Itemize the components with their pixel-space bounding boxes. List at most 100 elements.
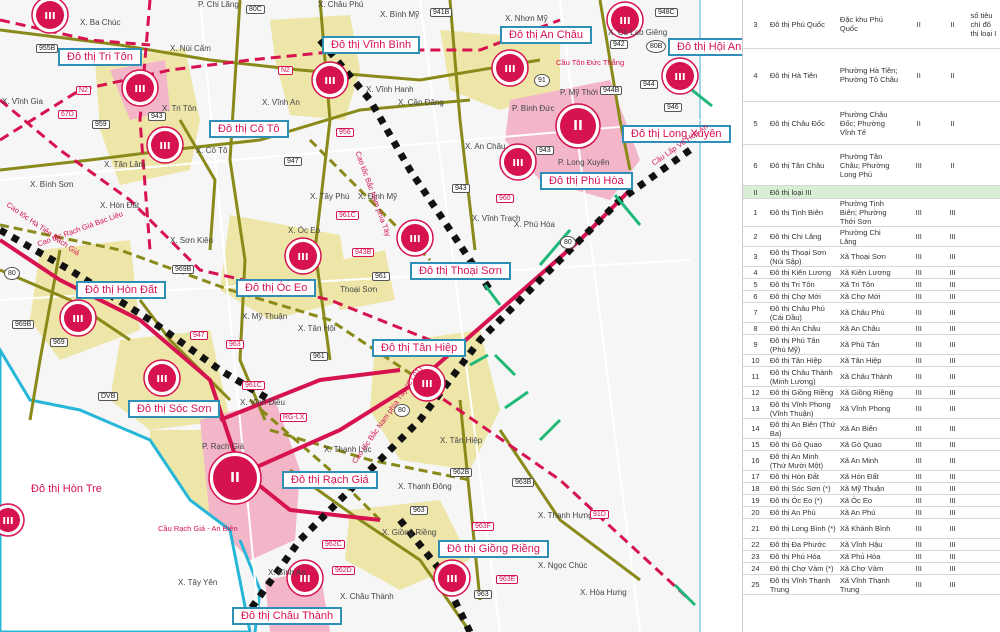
table-row: 19 Đô thị Óc Eo (*) Xã Óc Eo III III <box>743 494 1000 507</box>
note <box>968 538 1000 551</box>
road-tag: 961C <box>242 381 265 390</box>
urban-marker[interactable]: III <box>31 0 69 34</box>
planned-grade: III <box>936 506 969 519</box>
planned-grade: II <box>936 0 969 49</box>
urban-marker[interactable]: III <box>491 49 529 87</box>
urban-marker-label: III <box>446 574 457 585</box>
city-label-tri-ton[interactable]: Đô thị Tri Tôn <box>58 48 142 66</box>
road-tag: 962D <box>332 566 355 575</box>
place-label: X. Thạnh Hưng <box>538 511 593 520</box>
urban-name: Đô thị Châu Thành (Minh Lương) <box>767 366 838 387</box>
table-row: 23 Đô thị Phú Hòa Xã Phú Hòa III III <box>743 550 1000 563</box>
planned-grade: III <box>936 518 969 539</box>
current-grade: II <box>900 0 937 49</box>
urban-name: Đô thị Kiên Lương <box>767 266 838 279</box>
urban-marker-label: III <box>297 252 308 263</box>
note <box>968 198 1000 227</box>
planned-grade: III <box>936 562 969 575</box>
ward-list: Xã Chợ Mới <box>837 290 901 303</box>
table-row: 4 Đô thị Kiên Lương Xã Kiên Lương III III <box>743 266 1000 279</box>
urban-marker[interactable]: III <box>146 126 184 164</box>
road-tag: 942 <box>610 40 628 49</box>
table-row: 21 Đô thị Long Bình (*) Xã Khánh Bình III II… <box>743 518 1000 539</box>
place-label: X. Cù Lao Giêng <box>608 28 668 37</box>
row-number: 18 <box>743 482 768 495</box>
arrow <box>673 583 697 607</box>
road-note: Cầu Tôn Đức Thắng <box>556 58 625 67</box>
city-label-co-to[interactable]: Đô thị Cô Tô <box>209 120 289 138</box>
ward-list: Xã Vĩnh Phong <box>837 398 901 419</box>
urban-marker[interactable]: II <box>208 451 262 505</box>
urban-name: Đô thị Đa Phước <box>767 538 838 551</box>
city-label-giong-rieng[interactable]: Đô thị Giồng Riềng <box>438 540 549 558</box>
place-label: X. Nhơn Mỹ <box>505 14 548 23</box>
ward-list: Xã Chợ Vàm <box>837 562 901 575</box>
row-number: 2 <box>743 226 768 247</box>
arrow <box>538 418 562 442</box>
place-label: P. Chi Lăng <box>198 0 239 9</box>
road-tag: 962C <box>322 540 345 549</box>
city-label-rach-gia[interactable]: Đô thị Rạch Giá <box>282 471 378 489</box>
urban-marker[interactable]: III <box>143 359 181 397</box>
urban-marker[interactable]: III <box>0 503 25 537</box>
planned-grade: III <box>936 290 969 303</box>
urban-name: Đô thị Chợ Mới <box>767 290 838 303</box>
ward-list: Phường Chi Lăng <box>837 226 901 247</box>
urban-marker[interactable]: III <box>286 559 324 597</box>
current-grade: III <box>900 418 937 439</box>
ward-list: Xã Mỹ Thuận <box>837 482 901 495</box>
place-label: P. Bình Đức <box>512 104 555 113</box>
road-tag: 969B <box>172 265 195 274</box>
urban-name: Đô thị Tịnh Biên <box>767 198 838 227</box>
note <box>968 450 1000 471</box>
city-label-tan-hiep[interactable]: Đô thị Tân Hiệp <box>372 339 467 357</box>
table-row: 12 Đô thị Giồng Riềng Xã Giồng Riềng III III <box>743 386 1000 399</box>
urban-marker[interactable]: III <box>284 237 322 275</box>
planned-grade: III <box>936 494 969 507</box>
urban-marker[interactable]: III <box>661 57 699 95</box>
table-row: 9 Đô thị Phú Tân (Phú Mỹ) Xã Phú Tân III III <box>743 334 1000 355</box>
planned-grade: III <box>936 418 969 439</box>
group-title: Đô thị loại III <box>767 185 1000 199</box>
current-grade: III <box>900 144 937 186</box>
urban-marker-label: III <box>159 141 170 152</box>
urban-name: Đô thị Gò Quao <box>767 438 838 451</box>
city-label-hoi-an[interactable]: Đô thị Hội An <box>668 38 742 56</box>
urban-marker[interactable]: III <box>433 559 471 597</box>
city-label-soc-son[interactable]: Đô thị Sóc Sơn <box>128 400 221 418</box>
urban-name: Đô thị Châu Đốc <box>767 101 838 145</box>
urban-name: Đô thị Sóc Sơn (*) <box>767 482 838 495</box>
urban-marker[interactable]: III <box>121 69 159 107</box>
urban-marker[interactable]: II <box>555 103 601 149</box>
ward-list: Đặc khu Phú Quốc <box>837 0 901 49</box>
place-label: X. Vĩnh Hanh <box>366 85 414 94</box>
urban-name: Đô thị Phú Hòa <box>767 550 838 563</box>
urban-marker[interactable]: III <box>396 219 434 257</box>
urban-marker[interactable]: III <box>311 61 349 99</box>
city-label-oc-eo[interactable]: Đô thị Óc Eo <box>236 279 317 297</box>
current-grade: III <box>900 550 937 563</box>
table-row: 6 Đô thị Tân Châu Phường Tân Châu; Phường … <box>743 144 1000 186</box>
city-label-hon-dat[interactable]: Đô thị Hòn Đất <box>76 281 167 299</box>
city-label-an-chau[interactable]: Đô thị An Châu <box>500 26 592 44</box>
city-label-hon-tre[interactable]: Đô thị Hòn Tre <box>22 480 111 498</box>
urban-marker[interactable]: III <box>59 299 97 337</box>
urban-name: Đô thị Châu Phú (Cái Dầu) <box>767 302 838 323</box>
city-label-phu-hoa[interactable]: Đô thị Phú Hòa <box>540 172 633 190</box>
note <box>968 418 1000 439</box>
note <box>968 354 1000 367</box>
city-label-vinh-binh[interactable]: Đô thị Vĩnh Bình <box>322 36 421 54</box>
road-tag: 963B <box>512 478 535 487</box>
note <box>968 506 1000 519</box>
table: 3 Đô thị Phú Quốc Đặc khu Phú Quốc II II số t… <box>743 0 1000 595</box>
current-grade: III <box>900 226 937 247</box>
city-label-thoai-son[interactable]: Đô thị Thoại Sơn <box>410 262 511 280</box>
planning-map[interactable]: III III III III III III III II III III III III III II… <box>0 0 742 632</box>
city-label-chau-thanh[interactable]: Đô thị Châu Thành <box>232 607 343 625</box>
row-number: 8 <box>743 322 768 335</box>
place-label: X. Tây Yên <box>178 578 218 587</box>
place-label: X. Mỹ Thuận <box>242 312 288 321</box>
planned-grade: III <box>936 398 969 419</box>
road-tag: 941B <box>430 8 453 17</box>
ward-list: Xã Châu Thành <box>837 366 901 387</box>
